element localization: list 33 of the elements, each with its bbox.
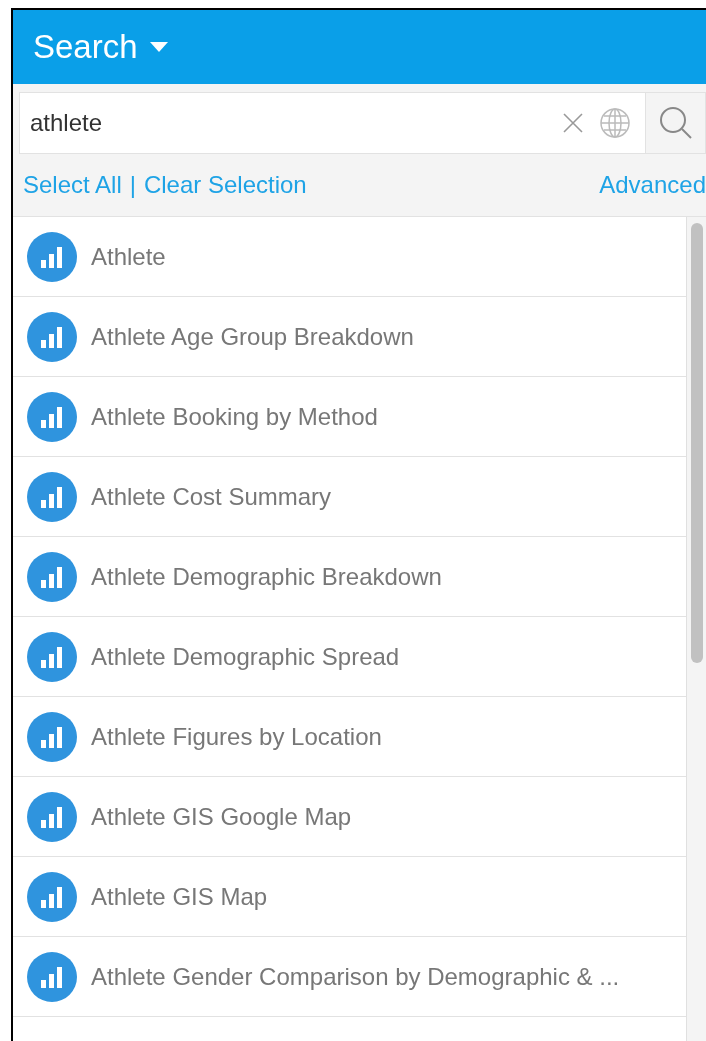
clear-icon[interactable] <box>563 113 583 133</box>
clear-selection-link[interactable]: Clear Selection <box>143 167 307 203</box>
select-all-link[interactable]: Select All <box>23 167 122 203</box>
result-item[interactable]: Athlete <box>13 217 686 297</box>
scrollbar-thumb[interactable] <box>690 223 703 663</box>
result-item[interactable]: Athlete Gender Comparison by Demographic & ... <box>13 937 686 1017</box>
bar-chart-icon <box>27 551 77 602</box>
globe-icon[interactable] <box>599 107 631 139</box>
result-item[interactable]: Athlete GIS Map <box>13 857 686 937</box>
bar-chart-icon <box>27 631 77 682</box>
result-item[interactable]: Athlete Booking by Method <box>13 377 686 457</box>
bar-chart-icon <box>27 311 77 362</box>
result-item[interactable]: Athlete Demographic Spread <box>13 617 686 697</box>
bar-chart-icon <box>27 951 77 1002</box>
bar-chart-icon <box>27 711 77 762</box>
result-item[interactable]: Athlete Demographic Breakdown <box>13 537 686 617</box>
result-item[interactable]: Athlete GIS Google Map <box>13 777 686 857</box>
bar-chart-icon <box>27 231 77 282</box>
bar-chart-icon <box>27 471 77 522</box>
bar-chart-icon <box>27 791 77 842</box>
search-icon <box>658 106 693 140</box>
caret-icon <box>149 42 168 52</box>
result-item[interactable]: Athlete Figures by Location <box>13 697 686 777</box>
search-button[interactable] <box>646 92 706 154</box>
bar-chart-icon <box>27 871 77 922</box>
search-box[interactable]: athlete <box>19 92 646 154</box>
search-menu-button[interactable]: Search <box>33 22 168 72</box>
link-separator: | <box>129 170 136 200</box>
result-item[interactable]: Athlete Cost Summary <box>13 457 686 537</box>
search-field[interactable]: athlete <box>30 105 563 141</box>
advanced-link[interactable]: Advanced <box>599 167 706 203</box>
bar-chart-icon <box>27 391 77 442</box>
result-item[interactable]: Athlete Age Group Breakdown <box>13 297 686 377</box>
